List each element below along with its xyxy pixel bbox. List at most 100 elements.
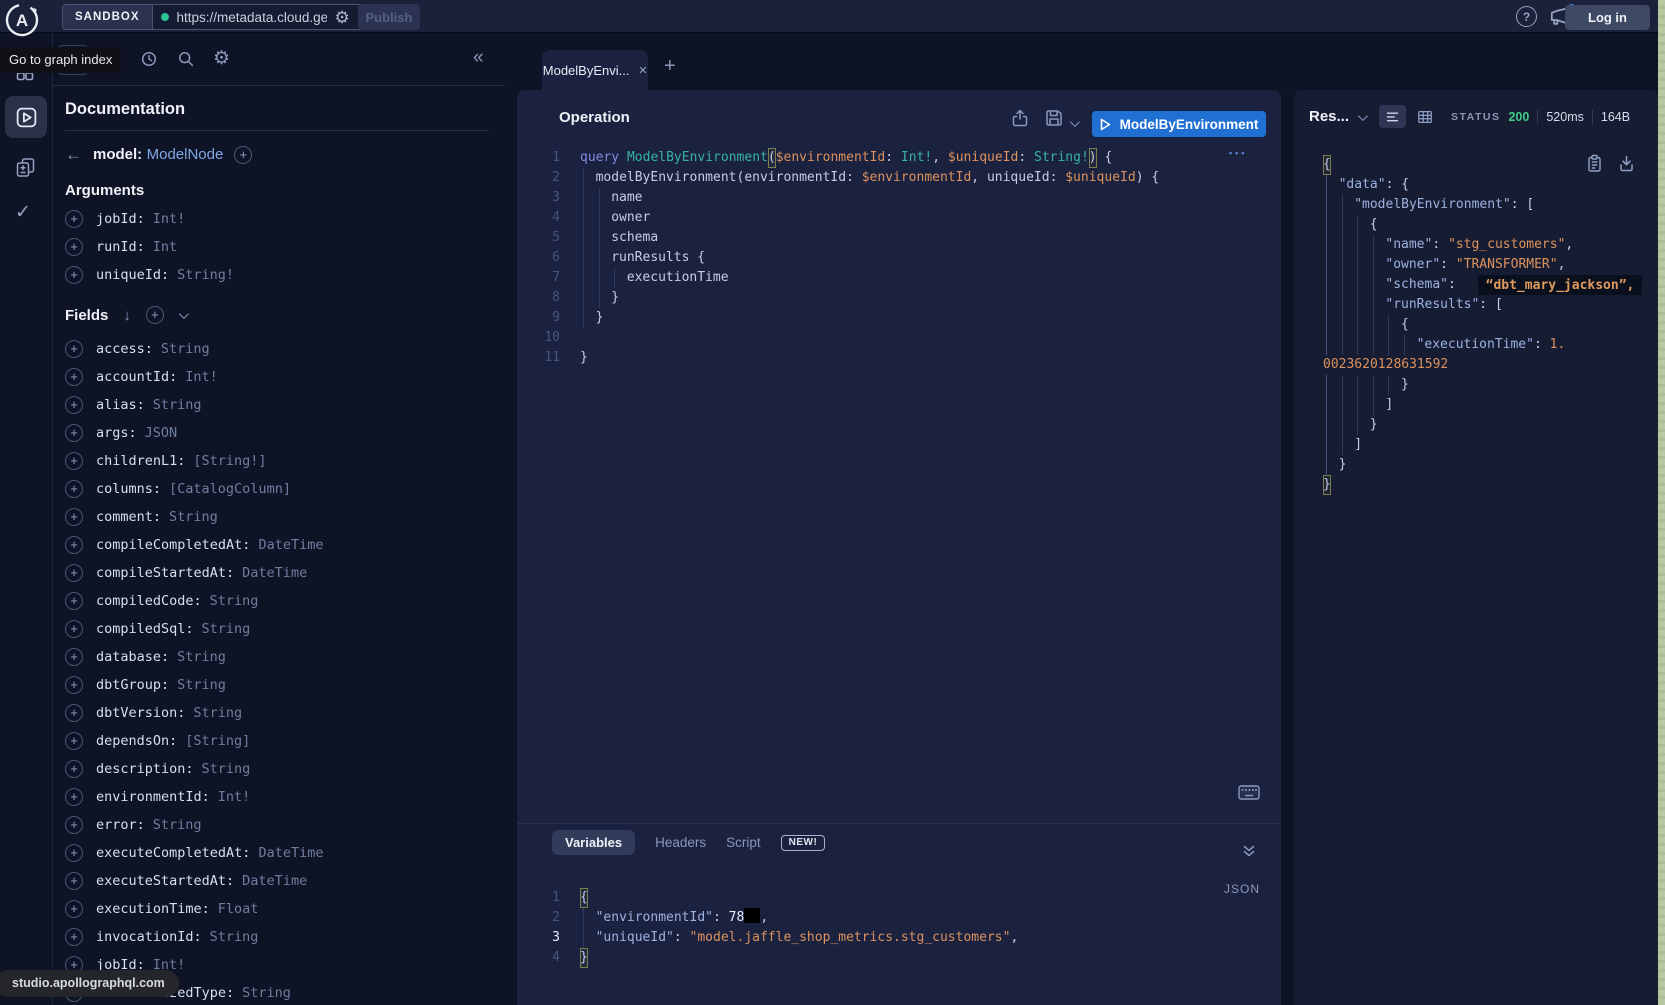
field-type[interactable]: JSON xyxy=(145,425,178,441)
field-type[interactable]: Int! xyxy=(185,369,218,385)
tab-script[interactable]: Script xyxy=(726,835,761,850)
login-button[interactable]: Log in xyxy=(1565,5,1650,30)
code-line: } xyxy=(1323,475,1642,495)
endpoint-url[interactable]: https://metadata.cloud.getd xyxy=(177,10,327,25)
variables-editor[interactable]: 1{2"environmentId": 78,3"uniqueId": "mod… xyxy=(517,888,1018,968)
code-line: 2modelByEnvironment(environmentId: $envi… xyxy=(517,168,1159,188)
add-to-query-icon[interactable]: + xyxy=(65,648,83,666)
sort-down-icon[interactable]: ↓ xyxy=(123,307,131,324)
add-to-query-icon[interactable]: + xyxy=(65,676,83,694)
field-type[interactable]: String xyxy=(242,985,291,1001)
add-to-query-icon[interactable]: + xyxy=(65,340,83,358)
more-options-icon[interactable]: ••• xyxy=(1229,148,1247,158)
add-to-query-icon[interactable]: + xyxy=(65,508,83,526)
list-view-button[interactable] xyxy=(1379,105,1406,128)
field-type[interactable]: DateTime xyxy=(258,845,323,861)
tab-modelbyenvironment[interactable]: ModelByEnvi... × xyxy=(542,50,648,90)
add-to-query-icon[interactable]: + xyxy=(65,788,83,806)
arguments-list: +jobId:Int!+runId:Int+uniqueId:String! xyxy=(65,205,505,289)
back-arrow-icon[interactable]: ← xyxy=(65,145,82,165)
run-operation-button[interactable]: ModelByEnvironment xyxy=(1092,111,1266,137)
save-icon[interactable] xyxy=(1044,108,1064,128)
history-icon[interactable] xyxy=(140,50,158,68)
add-to-query-icon[interactable]: + xyxy=(65,844,83,862)
field-type[interactable]: [String] xyxy=(185,733,250,749)
endpoint-field[interactable]: https://metadata.cloud.getd ⚙ xyxy=(153,5,373,29)
add-field-icon[interactable]: + xyxy=(234,146,252,164)
field-type[interactable]: Int! xyxy=(153,211,186,227)
field-type[interactable]: String xyxy=(177,649,226,665)
add-to-query-icon[interactable]: + xyxy=(65,238,83,256)
chevron-down-icon[interactable] xyxy=(1358,108,1365,126)
field-type[interactable]: DateTime xyxy=(242,873,307,889)
collapse-variables-icon[interactable] xyxy=(1241,843,1257,859)
field-type[interactable]: String xyxy=(202,761,251,777)
field-type[interactable]: DateTime xyxy=(242,565,307,581)
add-to-query-icon[interactable]: + xyxy=(65,536,83,554)
apollo-logo[interactable]: A xyxy=(4,2,40,38)
sidebar-item-schema[interactable] xyxy=(15,156,37,179)
search-icon[interactable] xyxy=(177,50,195,68)
tab-headers[interactable]: Headers xyxy=(655,835,706,850)
add-to-query-icon[interactable]: + xyxy=(65,424,83,442)
add-to-query-icon[interactable]: + xyxy=(65,760,83,778)
add-to-query-icon[interactable]: + xyxy=(65,900,83,918)
field-type[interactable]: [CatalogColumn] xyxy=(169,481,291,497)
publish-button[interactable]: Publish xyxy=(358,4,420,30)
field-name: childrenL1: xyxy=(96,453,185,469)
help-icon[interactable]: ? xyxy=(1516,6,1537,27)
table-view-button[interactable] xyxy=(1411,105,1438,128)
endpoint-settings-gear-icon[interactable]: ⚙ xyxy=(335,9,350,26)
field-name: executeStartedAt: xyxy=(96,873,234,889)
add-to-query-icon[interactable]: + xyxy=(65,452,83,470)
field-row: +alias:String xyxy=(65,391,505,419)
sidebar-item-explorer[interactable] xyxy=(5,96,47,138)
add-to-query-icon[interactable]: + xyxy=(65,592,83,610)
add-to-query-icon[interactable]: + xyxy=(65,210,83,228)
field-type[interactable]: Int xyxy=(153,239,177,255)
collapse-panel-icon[interactable]: « xyxy=(473,47,484,69)
field-type[interactable]: String xyxy=(177,677,226,693)
type-link[interactable]: ModelNode xyxy=(147,146,224,163)
field-row: +compiledSql:String xyxy=(65,615,505,643)
add-to-query-icon[interactable]: + xyxy=(65,368,83,386)
settings-gear-icon[interactable]: ⚙ xyxy=(213,47,230,70)
field-type[interactable]: String! xyxy=(177,267,234,283)
field-row: +executionTime:Float xyxy=(65,895,505,923)
add-to-query-icon[interactable]: + xyxy=(65,396,83,414)
sidebar-item-checks[interactable]: ✓ xyxy=(15,201,31,224)
chevron-down-icon[interactable] xyxy=(179,309,189,319)
add-all-fields-icon[interactable]: + xyxy=(146,306,164,324)
field-type[interactable]: String xyxy=(153,397,202,413)
field-type[interactable]: DateTime xyxy=(258,537,323,553)
share-icon[interactable] xyxy=(1010,108,1030,128)
add-to-query-icon[interactable]: + xyxy=(65,266,83,284)
add-to-query-icon[interactable]: + xyxy=(65,816,83,834)
new-tab-button[interactable]: + xyxy=(664,55,676,78)
field-type[interactable]: String xyxy=(161,341,210,357)
connection-status-dot xyxy=(161,13,169,21)
add-to-query-icon[interactable]: + xyxy=(65,620,83,638)
field-type[interactable]: Float xyxy=(218,901,259,917)
field-type[interactable]: [String!] xyxy=(193,453,266,469)
add-to-query-icon[interactable]: + xyxy=(65,704,83,722)
add-to-query-icon[interactable]: + xyxy=(65,564,83,582)
query-editor[interactable]: 1query ModelByEnvironment($environmentId… xyxy=(517,148,1159,368)
line-number: 1 xyxy=(517,148,560,168)
field-type[interactable]: Int! xyxy=(218,789,251,805)
field-type[interactable]: String xyxy=(202,621,251,637)
add-to-query-icon[interactable]: + xyxy=(65,928,83,946)
field-type[interactable]: String xyxy=(193,705,242,721)
field-type[interactable]: String xyxy=(210,929,259,945)
add-to-query-icon[interactable]: + xyxy=(65,732,83,750)
save-options-chevron-icon[interactable] xyxy=(1070,114,1077,132)
field-type[interactable]: String xyxy=(169,509,218,525)
keyboard-shortcuts-icon[interactable] xyxy=(1238,784,1260,801)
add-to-query-icon[interactable]: + xyxy=(65,872,83,890)
response-json[interactable]: {"data": {"modelByEnvironment": [{"name"… xyxy=(1323,155,1642,495)
add-to-query-icon[interactable]: + xyxy=(65,480,83,498)
tab-variables[interactable]: Variables xyxy=(552,830,635,855)
field-type[interactable]: String xyxy=(210,593,259,609)
field-type[interactable]: String xyxy=(153,817,202,833)
close-icon[interactable]: × xyxy=(638,62,647,79)
